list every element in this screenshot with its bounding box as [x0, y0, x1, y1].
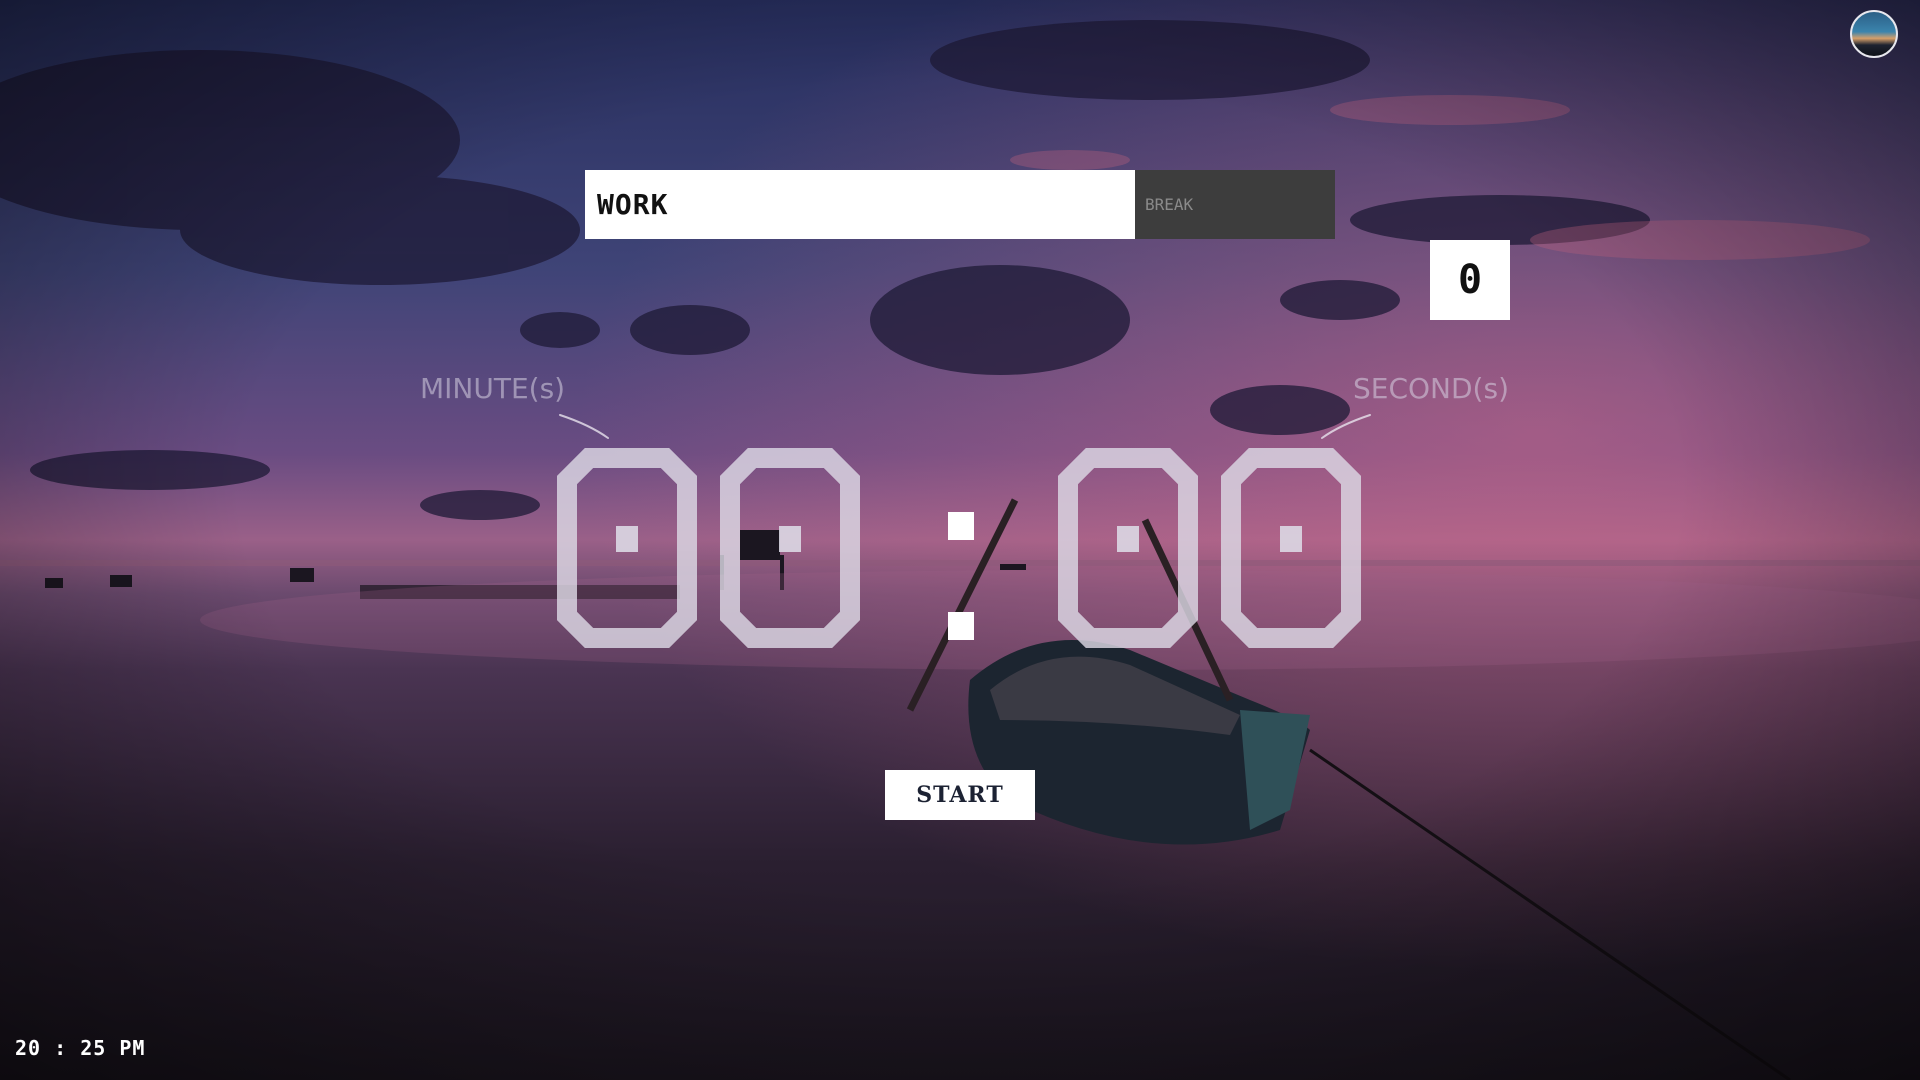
seconds-label: SECOND(s) [1353, 372, 1509, 405]
tab-work[interactable]: WORK [585, 170, 1135, 239]
background-image [0, 0, 1920, 1080]
mode-switch: WORK BREAK [585, 170, 1335, 239]
session-counter: 0 [1430, 240, 1510, 320]
tab-break[interactable]: BREAK [1135, 170, 1335, 239]
minutes-label: MINUTE(s) [420, 372, 566, 405]
landscape-avatar-icon[interactable] [1850, 10, 1898, 58]
start-button[interactable]: START [885, 770, 1035, 820]
clock-time: 20 : 25 PM [15, 1036, 146, 1060]
